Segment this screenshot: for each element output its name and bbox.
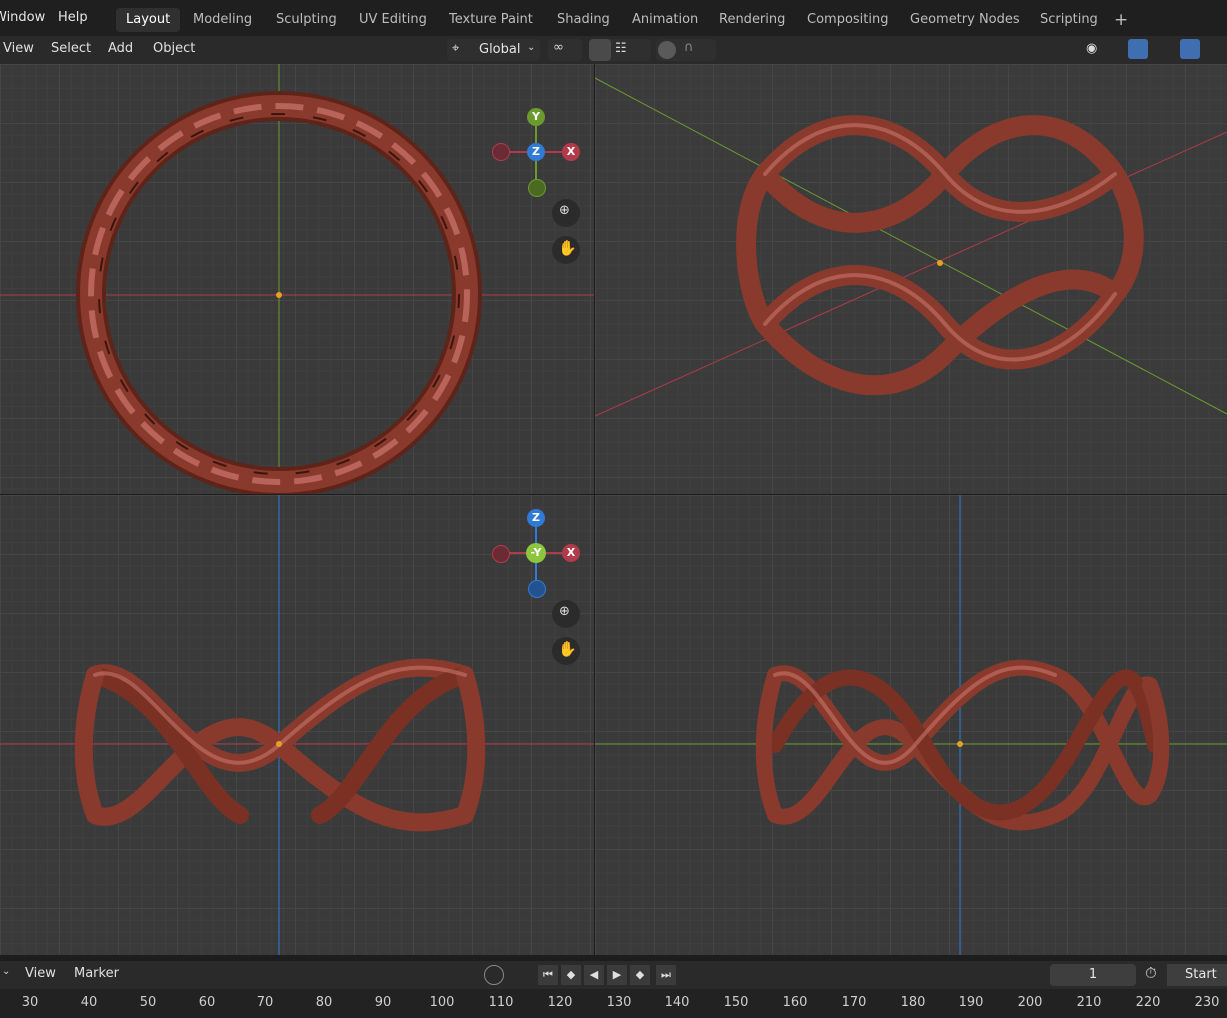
tab-scripting[interactable]: Scripting	[1030, 8, 1108, 32]
header-object-menu[interactable]: Object	[153, 41, 195, 56]
transform-orientation-dropdown[interactable]: ⌖ Global ⌄	[447, 39, 540, 61]
snap-icon[interactable]	[589, 39, 611, 61]
pan-button[interactable]: ✋	[552, 637, 580, 665]
editor-type-chevron-icon[interactable]: ⌄	[2, 966, 10, 977]
navigation-gizmo-top[interactable]: Y Z X	[492, 108, 580, 197]
top-menu-bar: Window Help Layout Modeling Sculpting UV…	[0, 0, 1227, 36]
tab-modeling[interactable]: Modeling	[183, 8, 262, 32]
viewport-header: View Select Add Object ⌖ Global ⌄ ∞ ☷ ∩ …	[0, 36, 1227, 64]
snap-dropdown[interactable]: ☷	[589, 39, 651, 61]
ruler-tick: 230	[1194, 995, 1220, 1010]
zoom-button[interactable]: ⊕	[552, 600, 580, 628]
chevron-down-icon: ⌄	[527, 42, 536, 53]
orientation-value: Global	[479, 42, 521, 57]
gizmo-neg-y[interactable]: -Y	[526, 543, 546, 563]
ruler-tick: 120	[547, 995, 573, 1010]
hand-pan-icon: ✋	[558, 640, 577, 658]
viewport-perspective[interactable]	[595, 64, 1227, 494]
gizmo-z[interactable]: Z	[527, 509, 545, 527]
ruler-tick: 160	[782, 995, 808, 1010]
ruler-tick: 50	[139, 995, 157, 1010]
gizmo-neg-x[interactable]	[492, 143, 510, 161]
gizmo-z[interactable]: Z	[527, 143, 545, 161]
overlay-icon[interactable]	[1180, 39, 1200, 59]
viewport-top[interactable]: Y Z X ⊕ ✋	[0, 64, 594, 494]
menu-help[interactable]: Help	[58, 10, 88, 25]
gizmo-x[interactable]: X	[562, 143, 580, 161]
ruler-tick: 220	[1135, 995, 1161, 1010]
ruler-tick: 70	[256, 995, 274, 1010]
navigation-gizmo-front[interactable]: Z -Y X	[492, 509, 580, 598]
zoom-icon: ⊕	[559, 604, 570, 619]
tab-rendering[interactable]: Rendering	[709, 8, 795, 32]
menu-window[interactable]: Window	[0, 10, 45, 25]
gizmo-neg-z[interactable]	[528, 580, 546, 598]
ruler-tick: 30	[21, 995, 39, 1010]
header-add-menu[interactable]: Add	[108, 41, 133, 56]
header-view-menu[interactable]: View	[3, 41, 34, 56]
gizmo-neg-y[interactable]	[528, 179, 546, 197]
perspective-view-canvas	[595, 77, 1227, 417]
tab-geometry-nodes[interactable]: Geometry Nodes	[900, 8, 1030, 32]
gizmo-icon[interactable]	[1128, 39, 1148, 59]
snap-increment-icon: ☷	[615, 41, 627, 56]
zoom-icon: ⊕	[559, 203, 570, 218]
ruler-tick: 140	[664, 995, 690, 1010]
ruler-tick: 60	[198, 995, 216, 1010]
gizmo-neg-x[interactable]	[492, 545, 510, 563]
tab-layout[interactable]: Layout	[116, 8, 181, 32]
proportional-edit-icon[interactable]	[658, 41, 676, 59]
ruler-tick: 150	[723, 995, 749, 1010]
ruler-tick: 40	[80, 995, 98, 1010]
ruler-tick: 190	[958, 995, 984, 1010]
transform-orientation-icon: ⌖	[452, 41, 460, 56]
header-select-menu[interactable]: Select	[51, 41, 91, 56]
falloff-icon: ∩	[684, 40, 694, 55]
proportional-edit-dropdown[interactable]: ∩	[656, 39, 716, 61]
tab-texture-paint[interactable]: Texture Paint	[439, 8, 543, 32]
timeline-ruler[interactable]: 30 40 50 60 70 80 90 100 110 120 130 140…	[0, 989, 1227, 1018]
braided-ring-perspective	[736, 115, 1144, 396]
tab-compositing[interactable]: Compositing	[797, 8, 899, 32]
current-frame-field[interactable]: 1	[1050, 964, 1136, 986]
tab-sculpting[interactable]: Sculpting	[266, 8, 347, 32]
ruler-tick: 130	[606, 995, 632, 1010]
tab-uv-editing[interactable]: UV Editing	[349, 8, 437, 32]
ruler-tick: 180	[900, 995, 926, 1010]
viewport-right[interactable]	[595, 495, 1227, 955]
timer-icon[interactable]: ⏱	[1145, 964, 1165, 984]
start-frame-field[interactable]: Start	[1167, 964, 1227, 986]
jump-start-button[interactable]: ⏮	[538, 965, 558, 985]
pan-button[interactable]: ✋	[552, 236, 580, 264]
prev-keyframe-button[interactable]: ◆	[561, 965, 581, 985]
add-workspace-button[interactable]: +	[1104, 8, 1138, 32]
right-view-canvas	[595, 495, 1227, 955]
pivot-point-dropdown[interactable]: ∞	[548, 39, 582, 61]
next-keyframe-button[interactable]: ◆	[630, 965, 650, 985]
zoom-button[interactable]: ⊕	[552, 199, 580, 227]
jump-end-button[interactable]: ⏭	[656, 965, 676, 985]
ruler-tick: 200	[1017, 995, 1043, 1010]
tab-animation[interactable]: Animation	[622, 8, 708, 32]
play-button[interactable]: ▶	[607, 965, 627, 985]
tab-shading[interactable]: Shading	[547, 8, 620, 32]
ruler-tick: 90	[374, 995, 392, 1010]
ruler-tick: 210	[1076, 995, 1102, 1010]
ruler-tick: 170	[841, 995, 867, 1010]
gizmo-x[interactable]: X	[562, 544, 580, 562]
auto-key-icon[interactable]	[484, 965, 504, 985]
pivot-icon: ∞	[553, 40, 564, 55]
gizmo-y[interactable]: Y	[527, 108, 545, 126]
timeline-marker-menu[interactable]: Marker	[74, 966, 119, 981]
ruler-tick: 80	[315, 995, 333, 1010]
ruler-tick: 110	[488, 995, 514, 1010]
viewport-front[interactable]: Z -Y X ⊕ ✋	[0, 495, 594, 955]
hand-pan-icon: ✋	[558, 239, 577, 257]
play-reverse-button[interactable]: ◀	[584, 965, 604, 985]
visibility-icon[interactable]: ◉	[1086, 41, 1097, 56]
ruler-tick: 100	[429, 995, 455, 1010]
timeline-view-menu[interactable]: View	[25, 966, 56, 981]
